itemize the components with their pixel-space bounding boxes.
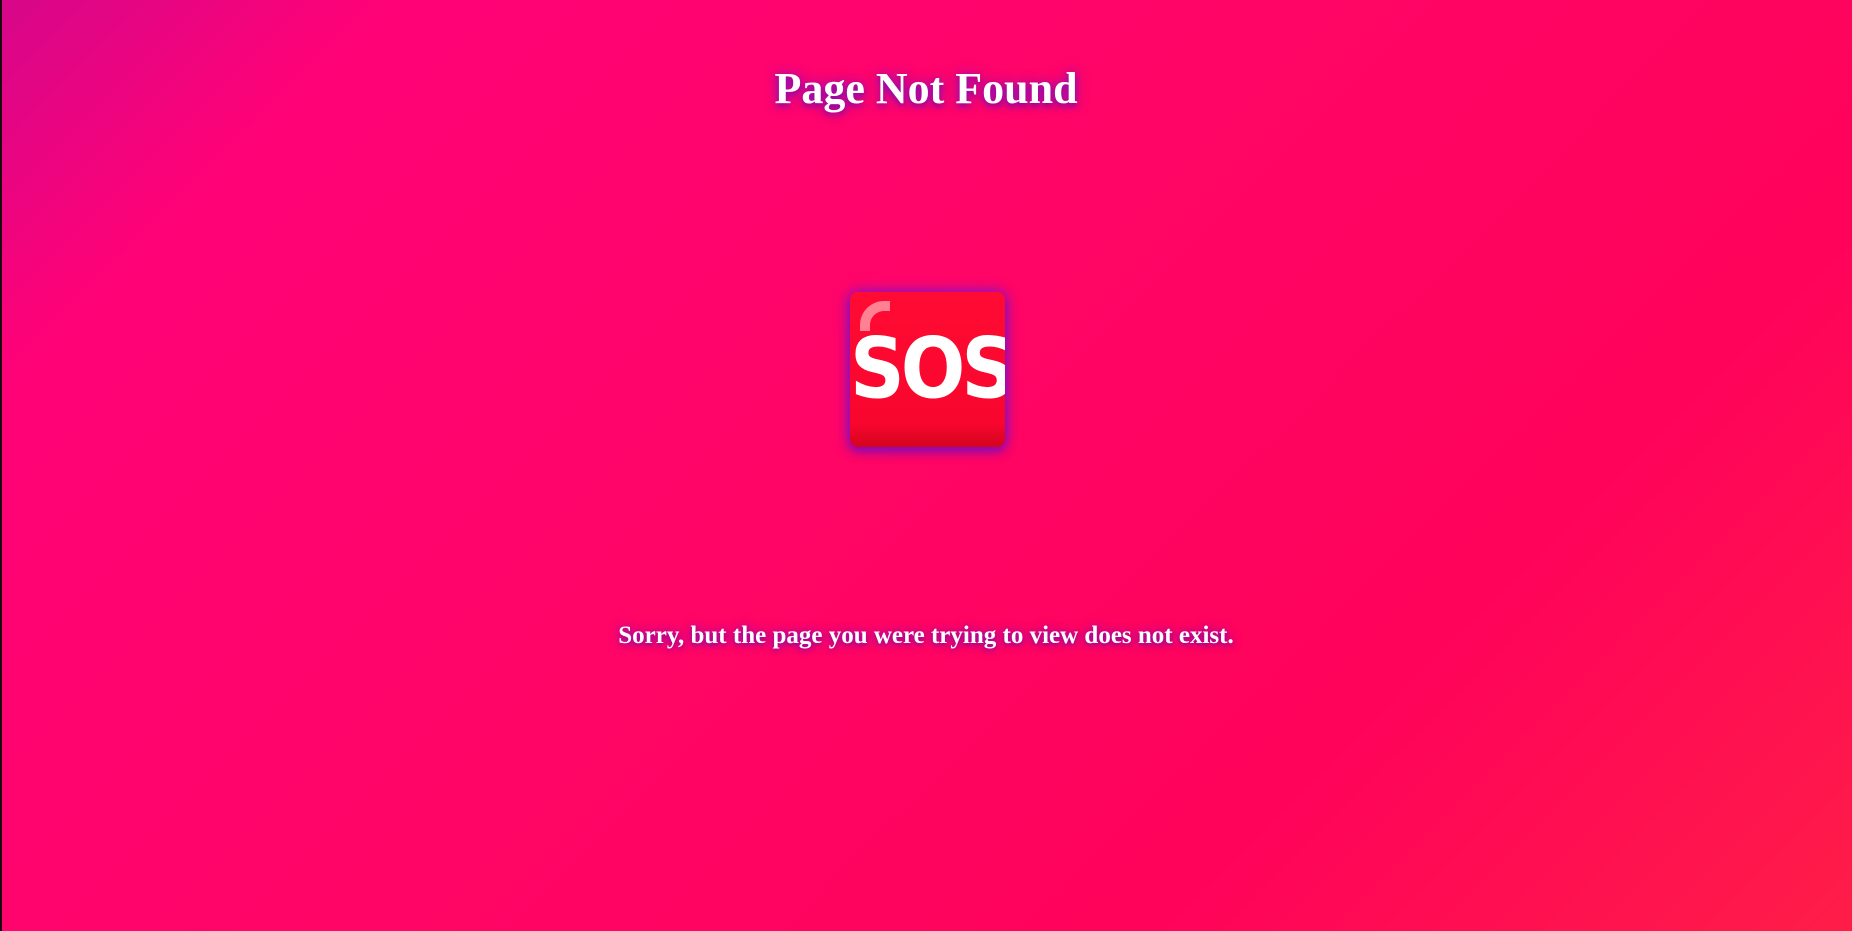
sos-icon: SOS: [850, 292, 1005, 447]
page-title: Page Not Found: [774, 64, 1078, 113]
error-message: Sorry, but the page you were trying to v…: [618, 622, 1234, 649]
window-left-border: [0, 0, 2, 931]
sos-icon-label: SOS: [850, 319, 1005, 418]
